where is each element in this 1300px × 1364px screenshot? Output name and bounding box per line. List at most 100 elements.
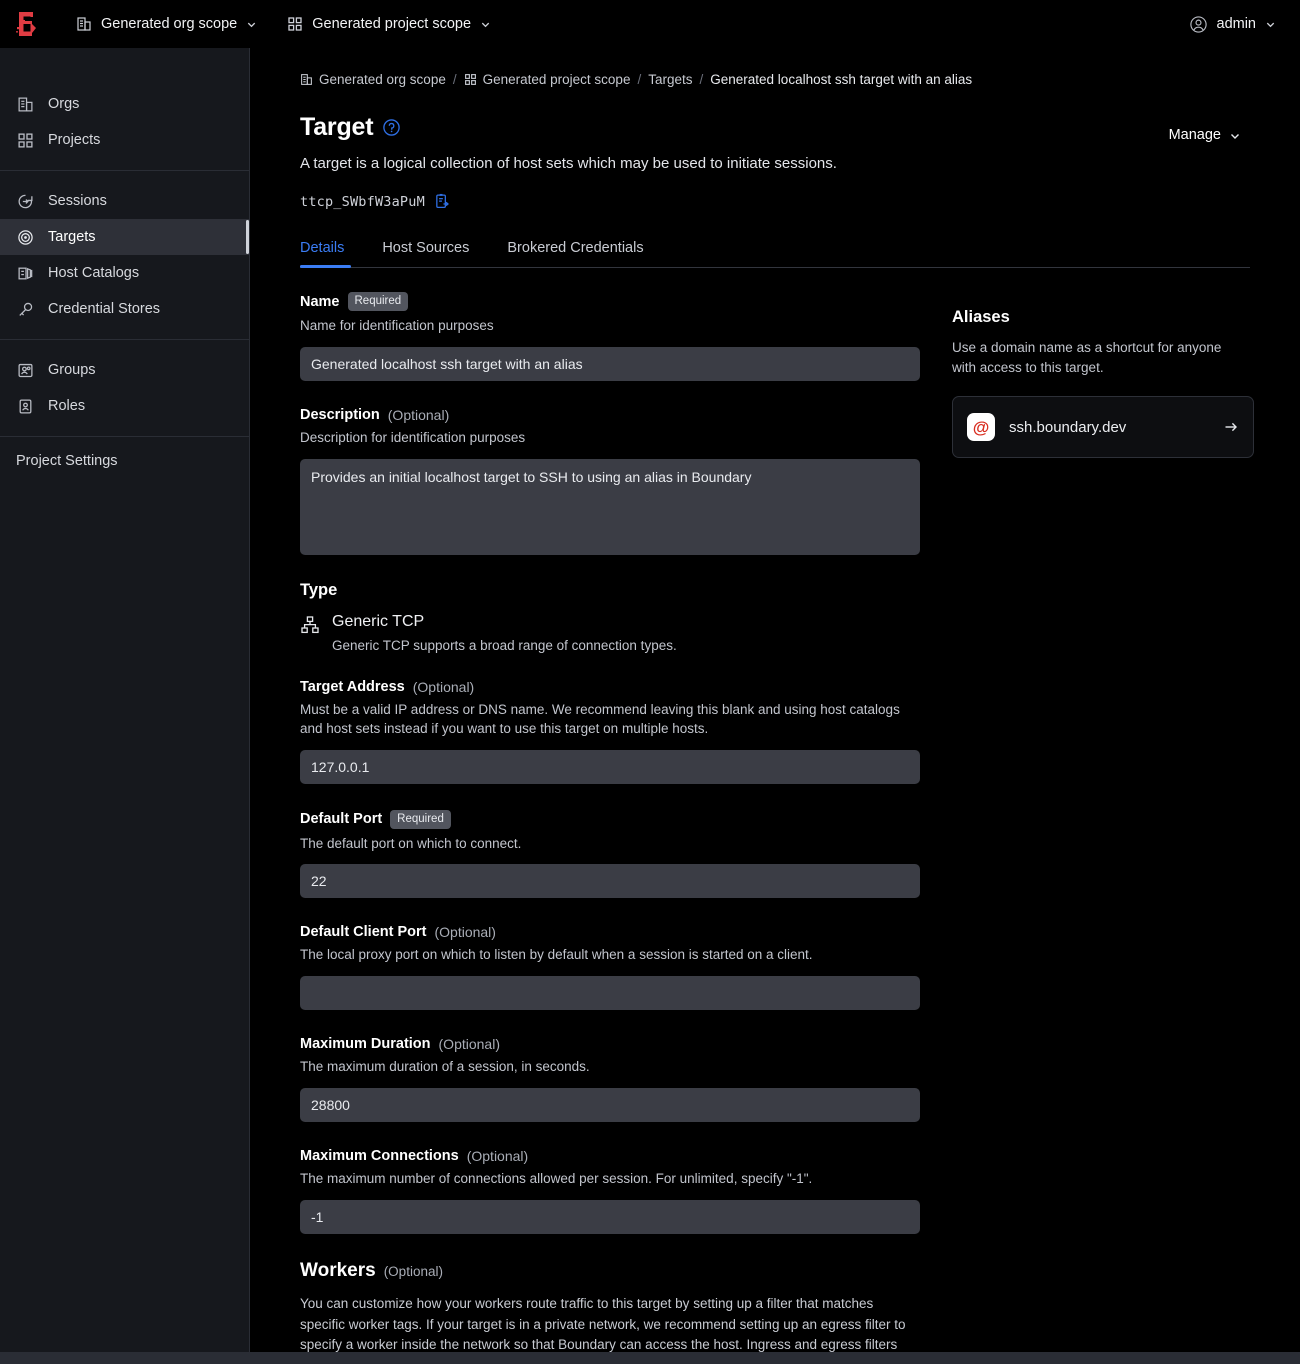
aliases-heading: Aliases <box>952 308 1010 326</box>
field-help: Name for identification purposes <box>300 318 494 333</box>
sidebar-item-label: Targets <box>48 229 96 245</box>
field-label: Description (Optional) <box>300 407 920 423</box>
sidebar-item-sessions[interactable]: Sessions <box>0 183 249 219</box>
sitemap-icon <box>300 615 320 635</box>
field-label: Maximum Connections (Optional) <box>300 1148 920 1164</box>
horizontal-scrollbar[interactable] <box>0 1352 1300 1364</box>
grid-icon <box>16 131 34 149</box>
sidebar-item-groups[interactable]: Groups <box>0 352 249 388</box>
question-circle-icon[interactable] <box>382 118 401 137</box>
type-description: Generic TCP supports a broad range of co… <box>332 637 677 653</box>
project-scope-label: Generated project scope <box>312 16 472 32</box>
sidebar-item-roles[interactable]: Roles <box>0 388 249 424</box>
default-client-port-input[interactable] <box>300 976 920 1011</box>
field-label-text: Maximum Duration <box>300 1036 431 1053</box>
field-label: Maximum Duration (Optional) <box>300 1036 920 1052</box>
workers-section: Workers (Optional) You can customize how… <box>300 1260 920 1356</box>
building-icon <box>300 73 313 86</box>
sidebar-item-project-settings[interactable]: Project Settings <box>0 443 249 479</box>
page-title-text: Target <box>300 113 374 141</box>
description-textarea[interactable] <box>300 458 920 555</box>
sidebar-item-host-catalogs[interactable]: Host Catalogs <box>0 255 249 291</box>
field-name: Name Required Name for identification pu… <box>300 292 920 381</box>
host-catalog-icon <box>16 264 34 282</box>
page-header: Target A target is a logical collection … <box>300 113 1250 172</box>
optional-tag: (Optional) <box>434 924 496 941</box>
manage-button[interactable]: Manage <box>1159 121 1250 149</box>
breadcrumb-label: Generated org scope <box>319 72 446 87</box>
optional-tag: (Optional) <box>387 406 450 423</box>
app-body: Orgs Projects Sessions Targets Host Cata… <box>0 48 1300 1364</box>
grid-icon <box>287 16 303 32</box>
field-default-client-port: Default Client Port (Optional) The local… <box>300 924 920 1011</box>
field-default-port: Default Port Required The default port o… <box>300 809 920 899</box>
sidebar-group-resources: Sessions Targets Host Catalogs Credentia… <box>0 177 249 333</box>
target-address-input[interactable] <box>300 749 920 784</box>
chevron-down-icon <box>246 19 257 30</box>
maximum-connections-input[interactable] <box>300 1200 920 1235</box>
page-title: Target <box>300 113 1159 142</box>
aliases-panel: Aliases Use a domain name as a shortcut … <box>952 292 1254 1356</box>
sidebar-item-orgs[interactable]: Orgs <box>0 86 249 122</box>
field-help: The maximum number of connections allowe… <box>300 1171 813 1187</box>
field-maximum-duration: Maximum Duration (Optional) The maximum … <box>300 1036 920 1123</box>
sidebar-item-label: Roles <box>48 398 86 414</box>
aliases-description: Use a domain name as a shortcut for anyo… <box>952 340 1222 375</box>
breadcrumb-item-project[interactable]: Generated project scope <box>464 72 630 87</box>
field-description: Description (Optional) Description for i… <box>300 407 920 555</box>
chevron-down-icon <box>1265 19 1276 30</box>
login-arrow-icon <box>16 192 34 210</box>
user-menu[interactable]: admin <box>1181 9 1285 40</box>
tab-details[interactable]: Details <box>300 231 363 268</box>
sidebar-item-credential-stores[interactable]: Credential Stores <box>0 291 249 327</box>
sidebar-item-targets[interactable]: Targets <box>0 219 249 255</box>
sidebar-item-label: Credential Stores <box>48 301 161 317</box>
field-label-text: Description <box>300 406 380 423</box>
key-icon <box>16 300 34 318</box>
maximum-duration-input[interactable] <box>300 1088 920 1123</box>
sidebar-item-projects[interactable]: Projects <box>0 122 249 158</box>
page-subtitle: A target is a logical collection of host… <box>300 155 837 172</box>
copy-clipboard-icon[interactable] <box>434 193 451 210</box>
optional-tag: (Optional) <box>412 678 475 695</box>
roles-icon <box>16 397 34 415</box>
alias-card[interactable]: @ ssh.boundary.dev <box>952 396 1254 459</box>
scrollbar-thumb[interactable] <box>0 1353 1300 1364</box>
breadcrumb-item-current: Generated localhost ssh target with an a… <box>710 72 972 87</box>
sidebar-divider <box>0 436 249 437</box>
breadcrumb-separator: / <box>637 72 642 87</box>
workers-heading: Workers (Optional) <box>300 1260 920 1282</box>
boundary-logo[interactable] <box>10 7 44 41</box>
required-badge: Required <box>347 292 409 311</box>
field-label: Name Required <box>300 292 920 311</box>
type-row: Generic TCP Generic TCP supports a broad… <box>300 613 920 653</box>
breadcrumb-item-org[interactable]: Generated org scope <box>300 72 446 87</box>
default-port-input[interactable] <box>300 864 920 899</box>
at-symbol-icon: @ <box>967 413 995 442</box>
arrow-right-icon <box>1223 419 1239 435</box>
org-scope-selector[interactable]: Generated org scope <box>66 10 267 38</box>
breadcrumb-separator: / <box>699 72 704 87</box>
field-help: The default port on which to connect. <box>300 835 522 851</box>
optional-tag: (Optional) <box>438 1036 500 1053</box>
sidebar-divider <box>0 339 249 340</box>
name-input[interactable] <box>300 346 920 381</box>
details-form: Name Required Name for identification pu… <box>300 292 920 1356</box>
aliases-section: Aliases Use a domain name as a shortcut … <box>952 308 1254 459</box>
sidebar-item-label: Orgs <box>48 96 80 112</box>
field-label-text: Target Address <box>300 678 405 695</box>
org-scope-label: Generated org scope <box>101 16 238 32</box>
building-icon <box>16 95 34 113</box>
project-scope-selector[interactable]: Generated project scope <box>277 10 501 38</box>
sidebar-item-label: Sessions <box>48 193 107 209</box>
type-heading: Type <box>300 580 338 599</box>
manage-button-label: Manage <box>1168 127 1221 143</box>
sidebar-item-label: Projects <box>48 132 101 148</box>
breadcrumb-label: Targets <box>648 72 693 87</box>
field-label-text: Name <box>300 293 340 310</box>
grid-icon <box>464 73 477 86</box>
target-icon <box>16 228 34 246</box>
tab-brokered-credentials[interactable]: Brokered Credentials <box>488 231 662 267</box>
tab-host-sources[interactable]: Host Sources <box>363 231 488 267</box>
breadcrumb-item-targets[interactable]: Targets <box>648 72 692 87</box>
